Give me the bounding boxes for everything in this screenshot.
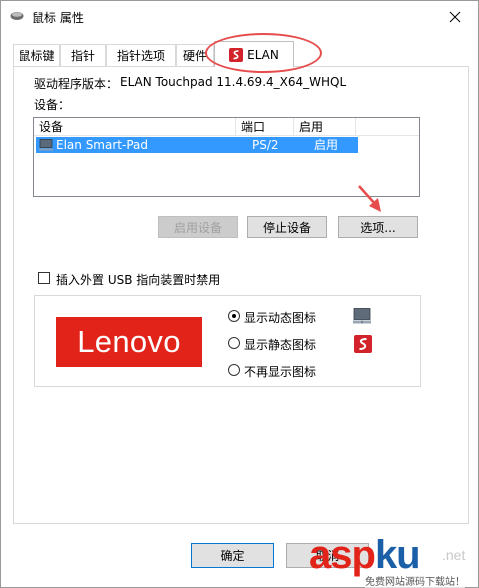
usb-disable-checkbox[interactable]: [38, 272, 50, 284]
title-bar: 鼠标 属性: [1, 1, 478, 33]
watermark-ku: ku: [374, 533, 421, 577]
driver-version-value: ELAN Touchpad 11.4.69.4_X64_WHQL: [120, 75, 347, 89]
ok-button[interactable]: 确定: [191, 543, 274, 568]
tab-elan[interactable]: ELAN: [214, 41, 294, 67]
enable-device-button[interactable]: 启用设备: [158, 216, 238, 238]
radio-static-label: 显示静态图标: [244, 338, 317, 352]
radio-hide-icon[interactable]: [228, 364, 240, 376]
radio-dynamic-label: 显示动态图标: [244, 311, 317, 325]
mouse-icon: [10, 12, 24, 20]
tab-hardware[interactable]: 硬件: [176, 44, 214, 66]
device-enabled-cell: 启用: [314, 138, 339, 152]
elan-logo-icon: [229, 47, 244, 62]
device-name-cell: Elan Smart-Pad: [56, 138, 148, 152]
lenovo-logo: Lenovo: [56, 317, 202, 367]
driver-version-label: 驱动程序版本：: [34, 77, 119, 91]
usb-disable-label: 插入外置 USB 指向装置时禁用: [56, 273, 221, 287]
cancel-button[interactable]: 取消: [286, 543, 369, 568]
stop-device-button[interactable]: 停止设备: [247, 216, 327, 238]
device-port-cell: PS/2: [252, 138, 279, 152]
tab-label: 鼠标键: [18, 49, 55, 63]
close-icon: [449, 11, 461, 22]
table-row[interactable]: Elan Smart-Pad PS/2 启用: [36, 137, 358, 153]
device-list-header: 设备 端口 启用: [34, 118, 419, 136]
tab-label: 指针: [70, 49, 95, 63]
annotation-arrow-icon: [358, 185, 381, 212]
radio-static-icon[interactable]: [228, 337, 240, 349]
column-port[interactable]: 端口: [236, 118, 294, 136]
radio-dynamic-icon[interactable]: [228, 310, 240, 322]
tab-pointers[interactable]: 指针: [60, 44, 106, 66]
mouse-properties-window: 鼠标 属性 鼠标键 指针 指针选项 硬件 ELAN 驱动程序版本： ELAN T…: [0, 0, 479, 588]
close-button[interactable]: [432, 1, 478, 32]
tab-pointer-options[interactable]: 指针选项: [106, 44, 176, 66]
tab-label: ELAN: [247, 47, 279, 62]
devices-label: 设备：: [34, 98, 71, 112]
tab-label: 硬件: [182, 49, 207, 63]
tab-mouse-buttons[interactable]: 鼠标键: [13, 44, 60, 66]
radio-hide-label: 不再显示图标: [244, 365, 317, 379]
tab-label: 指针选项: [116, 49, 165, 63]
touchpad-icon: [353, 308, 371, 324]
lenovo-logo-text: Lenovo: [77, 324, 181, 359]
column-enabled[interactable]: 启用: [294, 118, 356, 136]
window-title: 鼠标 属性: [32, 11, 84, 25]
column-device[interactable]: 设备: [34, 118, 236, 136]
watermark-tld: .net: [442, 547, 466, 563]
watermark-subtitle: 免费网站源码下载站！: [365, 573, 465, 588]
options-button[interactable]: 选项...: [338, 216, 418, 238]
elan-logo-icon: [354, 335, 372, 353]
touchpad-icon: [39, 139, 53, 151]
